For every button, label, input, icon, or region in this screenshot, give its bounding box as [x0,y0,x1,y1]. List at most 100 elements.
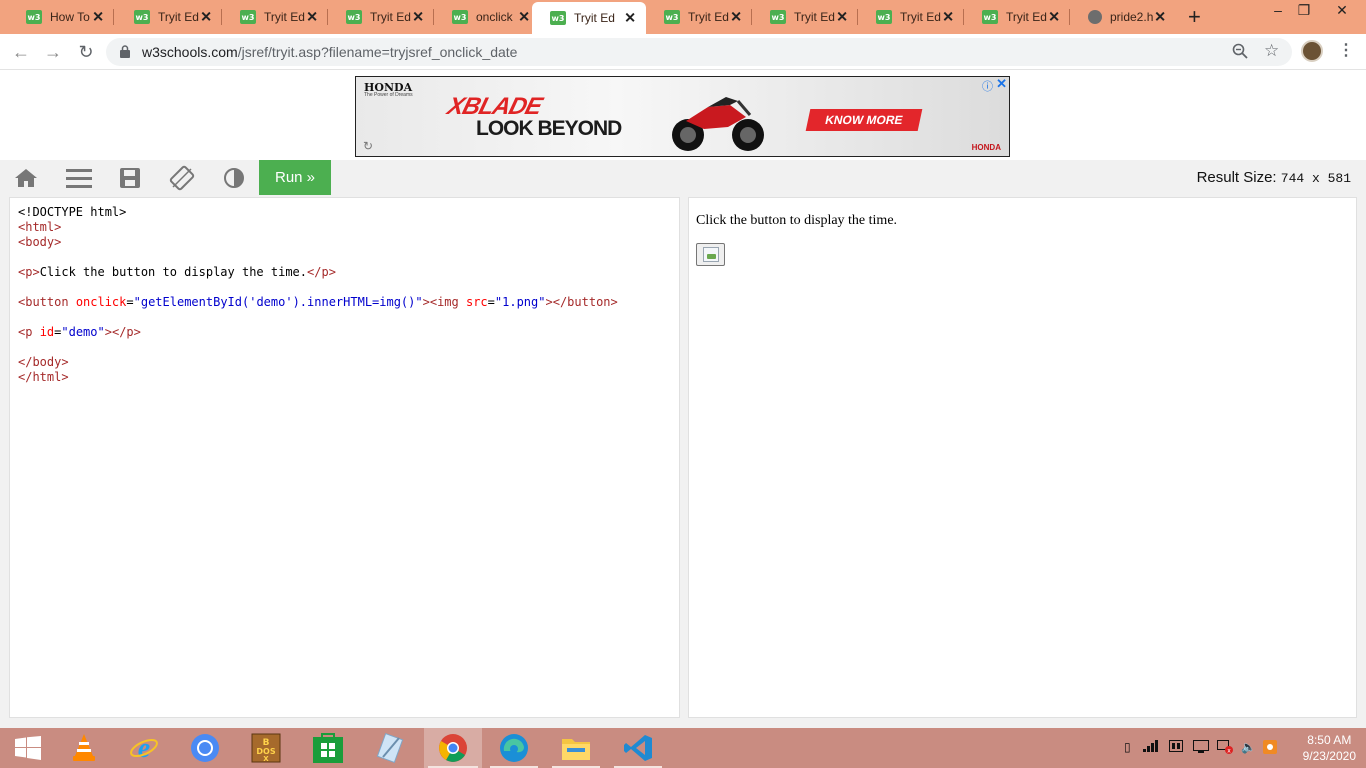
browser-tab[interactable]: w3 Tryit Ed ✕ [222,0,328,34]
browser-tab[interactable]: w3 Tryit Ed ✕ [116,0,222,34]
browser-tab[interactable]: w3 Tryit Ed ✕ [752,0,858,34]
ad-banner[interactable]: HONDA The Power of Dreams XBLADE LOOK BE… [355,76,1010,157]
code-text[interactable]: <!DOCTYPE html> <html> <body> <p>Click t… [18,205,618,385]
internet-explorer-icon[interactable]: e [116,728,172,768]
tab-close-icon[interactable]: ✕ [1154,9,1166,26]
w3schools-icon: w3 [452,10,468,24]
tryit-workarea: <!DOCTYPE html> <html> <body> <p>Click t… [0,195,1366,728]
windows-start-icon[interactable] [0,728,56,768]
app-tray-icon[interactable] [1263,740,1277,757]
w3schools-icon: w3 [26,10,42,24]
browser-tab[interactable]: w3 Tryit Ed ✕ [532,2,646,34]
motorcycle-image [672,97,764,151]
result-frame: Click the button to display the time. [688,197,1357,718]
ad-close-icon[interactable]: ✕ [996,77,1007,92]
broken-image-icon [702,247,719,262]
new-tab-button[interactable]: + [1188,4,1201,30]
tab-close-icon[interactable]: ✕ [200,9,212,26]
microsoft-store-icon[interactable] [300,728,356,768]
svg-text:x: x [1227,748,1231,755]
tab-title: How To [50,10,90,24]
ad-replay-icon[interactable]: ↻ [363,139,373,153]
w3schools-icon: w3 [664,10,680,24]
tab-close-icon[interactable]: ✕ [624,10,636,27]
tab-title: Tryit Ed [264,10,305,24]
result-size: Result Size: 744 x 581 [1197,169,1351,186]
ad-info-icon[interactable]: ⓘ [982,78,993,94]
tab-title: onclick [476,10,513,24]
w3schools-icon: w3 [346,10,362,24]
ad-brand-tagline: The Power of Dreams [364,92,413,98]
tab-close-icon[interactable]: ✕ [1048,9,1060,26]
result-size-label: Result Size: [1196,169,1277,186]
tab-title: pride2.h [1110,10,1154,24]
clock-date: 9/23/2020 [1302,749,1356,763]
restore-window-button[interactable]: ❐ [1291,2,1317,19]
vlc-icon[interactable] [56,728,112,768]
browser-tab[interactable]: w3 Tryit Ed ✕ [328,0,434,34]
edge-icon[interactable] [486,728,542,768]
tab-title: Tryit Ed [900,10,941,24]
ad-corner-brand: HONDA [971,143,1001,152]
lock-icon [120,45,130,58]
profile-avatar[interactable] [1301,40,1323,62]
w3schools-icon: w3 [134,10,150,24]
input-indicator-icon[interactable] [1169,740,1183,755]
tab-title: Tryit Ed [370,10,411,24]
tab-title: Tryit Ed [1006,10,1047,24]
tab-close-icon[interactable]: ✕ [836,9,848,26]
vscode-icon[interactable] [610,728,666,768]
home-icon[interactable] [0,160,52,195]
browser-tab[interactable]: w3 How To ✕ [8,0,114,34]
zoom-icon[interactable] [1232,43,1248,63]
clock-time: 8:50 AM [1307,733,1352,747]
save-icon[interactable] [104,160,156,195]
close-window-button[interactable]: ✕ [1329,2,1355,19]
w3schools-icon: w3 [770,10,786,24]
address-bar[interactable]: w3schools.com/jsref/tryit.asp?filename=t… [106,38,1292,66]
result-image-button[interactable] [696,243,725,266]
browser-tab[interactable]: pride2.h ✕ [1070,0,1176,34]
tab-close-icon[interactable]: ✕ [942,9,954,26]
browser-menu-icon[interactable]: ⋮ [1338,40,1354,60]
browser-tab[interactable]: w3 Tryit Ed ✕ [964,0,1070,34]
tab-title: Tryit Ed [688,10,729,24]
bookmark-star-icon[interactable]: ☆ [1264,41,1279,61]
rotate-layout-icon[interactable] [156,160,208,195]
reload-icon[interactable]: ↻ [75,41,97,63]
tab-title: Tryit Ed [158,10,199,24]
svg-text:X: X [263,755,269,763]
system-clock[interactable]: 8:50 AM 9/23/2020 [1303,732,1356,764]
tab-close-icon[interactable]: ✕ [306,9,318,26]
browser-tab[interactable]: w3 Tryit Ed ✕ [646,0,752,34]
chrome-icon[interactable] [424,728,482,768]
browser-tab[interactable]: w3 Tryit Ed ✕ [858,0,964,34]
tab-close-icon[interactable]: ✕ [730,9,742,26]
tab-close-icon[interactable]: ✕ [412,9,424,26]
display-icon[interactable] [1193,740,1209,757]
signal-icon[interactable] [1143,740,1159,755]
network-disconnected-icon[interactable]: x [1217,740,1233,757]
volume-icon[interactable]: 🔈 [1241,740,1256,754]
back-icon[interactable]: ← [10,41,32,63]
tryit-toolbar: Run » Result Size: 744 x 581 [0,160,1366,195]
run-button[interactable]: Run » [259,160,331,195]
tab-separator [113,9,114,25]
ad-know-more-button[interactable]: KNOW MORE [805,109,923,131]
w3schools-icon: w3 [550,11,566,25]
taskbar: e B DOS X ▯ x 🔈 8:50 AM 9/23/2020 [0,728,1366,768]
menu-icon[interactable] [53,160,105,195]
browser-tab[interactable]: w3 onclick ✕ [434,0,540,34]
contrast-icon[interactable] [208,160,260,195]
battery-icon[interactable]: ▯ [1124,740,1131,754]
forward-icon[interactable]: → [42,41,64,63]
chromium-icon[interactable] [177,728,233,768]
minimize-window-button[interactable]: – [1265,2,1291,18]
dosbox-icon[interactable]: B DOS X [238,728,294,768]
tab-close-icon[interactable]: ✕ [92,9,104,26]
tab-close-icon[interactable]: ✕ [518,9,530,26]
notepad-icon[interactable] [362,728,418,768]
file-explorer-icon[interactable] [548,728,604,768]
url-text: w3schools.com/jsref/tryit.asp?filename=t… [142,44,517,60]
code-editor[interactable]: <!DOCTYPE html> <html> <body> <p>Click t… [9,197,680,718]
